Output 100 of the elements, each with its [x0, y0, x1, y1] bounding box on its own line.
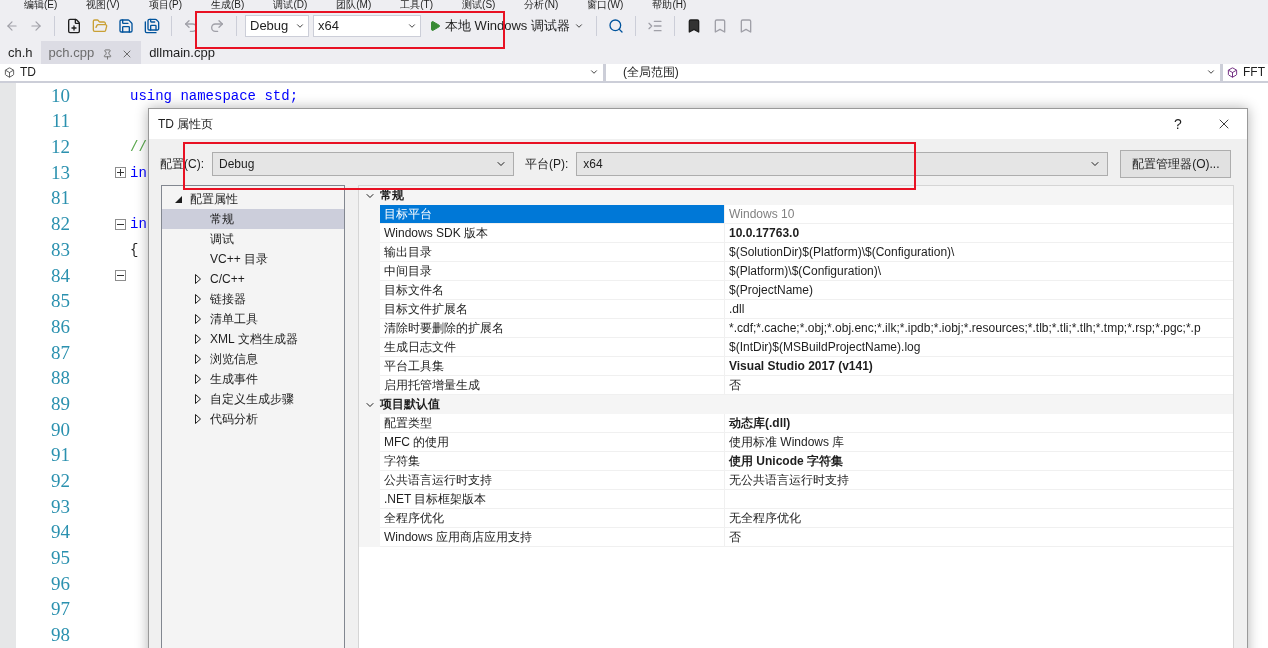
cube-icon [4, 66, 15, 78]
menu-item[interactable]: 编辑(E) [24, 0, 58, 10]
collapse-icon[interactable] [114, 218, 126, 230]
expanded-triangle-icon [174, 195, 182, 203]
line-number: 11 [50, 110, 70, 133]
line-number: 85 [50, 290, 70, 313]
category-header[interactable]: 项目默认值 [359, 395, 1233, 414]
property-value[interactable]: 否 [724, 376, 1233, 395]
property-value[interactable]: 使用标准 Windows 库 [724, 433, 1233, 452]
menu-item[interactable]: 窗口(W) [587, 0, 624, 10]
menu-item[interactable]: 测试(S) [462, 0, 496, 10]
property-value[interactable]: 使用 Unicode 字符集 [724, 452, 1233, 471]
property-name[interactable]: 全程序优化 [380, 509, 724, 528]
line-number: 94 [50, 521, 70, 544]
platform-dropdown[interactable]: x64 [576, 152, 1109, 176]
file-tab[interactable]: dllmain.cpp [141, 41, 223, 64]
line-number: 96 [50, 572, 70, 595]
code-text: in [130, 216, 147, 233]
property-name[interactable]: 输出目录 [380, 243, 724, 262]
menu-item[interactable]: 调试(D) [273, 0, 308, 10]
property-value[interactable]: 否 [724, 528, 1233, 547]
line-number: 81 [50, 187, 70, 210]
property-name[interactable]: 目标平台 [380, 205, 724, 224]
menu-item[interactable]: 视图(V) [86, 0, 120, 10]
menu-item[interactable]: 项目(P) [148, 0, 183, 10]
code-text: using namespace std; [130, 87, 299, 104]
tree-item[interactable]: 自定义生成步骤 [162, 389, 344, 409]
property-value[interactable]: $(ProjectName) [724, 281, 1233, 300]
property-value[interactable]: 无公共语言运行时支持 [724, 471, 1233, 490]
property-value[interactable]: 动态库(.dll) [724, 414, 1233, 433]
help-button[interactable]: ? [1155, 109, 1201, 139]
line-number: 87 [50, 341, 70, 364]
line-number: 90 [50, 418, 70, 441]
project-dropdown[interactable]: TD [0, 63, 603, 81]
dialog-title: TD 属性页 [158, 115, 214, 133]
line-number: 84 [50, 264, 70, 287]
tree-item[interactable]: 代码分析 [162, 409, 344, 429]
pin-icon[interactable] [102, 48, 114, 60]
line-number: 86 [50, 315, 70, 338]
tree-item[interactable]: 配置属性 [162, 189, 344, 209]
tree-item[interactable]: 生成事件 [162, 369, 344, 389]
property-name[interactable]: 启用托管增量生成 [380, 376, 724, 395]
tree-item[interactable]: 常规 [162, 209, 344, 229]
configuration-dropdown[interactable]: Debug [212, 152, 514, 176]
property-name[interactable]: .NET 目标框架版本 [380, 490, 724, 509]
property-value[interactable]: Visual Studio 2017 (v141) [724, 357, 1233, 376]
collapse-icon[interactable] [114, 270, 126, 282]
category-header[interactable]: 常规 [359, 186, 1233, 205]
property-name[interactable]: 清除时要删除的扩展名 [380, 319, 724, 338]
file-tab[interactable]: ch.h [0, 41, 41, 64]
property-name[interactable]: MFC 的使用 [380, 433, 724, 452]
member-dropdown[interactable]: FFT [1223, 63, 1268, 81]
property-name[interactable]: 目标文件扩展名 [380, 300, 724, 319]
value-cell[interactable] [724, 490, 1233, 509]
tree-item[interactable]: 浏览信息 [162, 349, 344, 369]
property-value[interactable]: 10.0.17763.0 [724, 224, 1233, 243]
tree-item[interactable]: 调试 [162, 229, 344, 249]
code-text: in [130, 164, 147, 181]
file-tab[interactable]: pch.cpp [40, 41, 142, 64]
line-number: 10 [50, 84, 70, 107]
line-number: 95 [50, 547, 70, 570]
property-name[interactable]: 公共语言运行时支持 [380, 471, 724, 490]
property-value[interactable]: *.cdf;*.cache;*.obj;*.obj.enc;*.ilk;*.ipdb;*.iobj;*.resources;*.tlb;*.tli;*.tlh;*.tmp;*.rsp;*.pgc;*.p [724, 319, 1233, 338]
menu-item[interactable]: 帮助(H) [652, 0, 687, 10]
menu-item[interactable]: 团队(M) [336, 0, 372, 10]
property-value[interactable]: 无全程序优化 [724, 509, 1233, 528]
tree-item[interactable]: 链接器 [162, 289, 344, 309]
property-value[interactable]: $(SolutionDir)$(Platform)\$(Configuration)\ [724, 243, 1233, 262]
play-icon [429, 19, 441, 32]
configuration-dropdown[interactable]: Debug [245, 14, 309, 37]
tree-item[interactable]: VC++ 目录 [162, 249, 344, 269]
scope-dropdown[interactable]: (全局范围) [605, 63, 1220, 81]
line-number: 97 [50, 598, 70, 621]
tree-item[interactable]: C/C++ [162, 269, 344, 289]
tree-item[interactable]: XML 文档生成器 [162, 329, 344, 349]
property-name[interactable]: 字符集 [380, 452, 724, 471]
line-number: 92 [50, 470, 70, 493]
platform-label: 平台(P): [525, 155, 569, 173]
tree-item[interactable]: 清单工具 [162, 309, 344, 329]
line-number: 88 [50, 367, 70, 390]
property-name[interactable]: 平台工具集 [380, 357, 724, 376]
property-name[interactable]: Windows SDK 版本 [380, 224, 724, 243]
property-value[interactable]: .dll [724, 300, 1233, 319]
menu-item[interactable]: 生成(B) [211, 0, 245, 10]
property-value[interactable]: $(Platform)\$(Configuration)\ [724, 262, 1233, 281]
expand-icon[interactable] [114, 167, 126, 179]
line-number: 12 [50, 136, 70, 159]
configuration-manager-button[interactable]: 配置管理器(O)... [1120, 150, 1232, 178]
line-number: 93 [50, 495, 70, 518]
property-value[interactable]: $(IntDir)$(MSBuildProjectName).log [724, 338, 1233, 357]
property-name[interactable]: 生成日志文件 [380, 338, 724, 357]
property-name[interactable]: 目标文件名 [380, 281, 724, 300]
property-name[interactable]: Windows 应用商店应用支持 [380, 528, 724, 547]
property-value[interactable]: Windows 10 [724, 205, 1233, 224]
menu-item[interactable]: 分析(N) [524, 0, 559, 10]
platform-dropdown[interactable]: x64 [313, 14, 421, 37]
property-name[interactable]: 配置类型 [380, 414, 724, 433]
property-name[interactable]: 中间目录 [380, 262, 724, 281]
menu-item[interactable]: 工具(T) [400, 0, 434, 10]
code-text: // [130, 139, 147, 156]
